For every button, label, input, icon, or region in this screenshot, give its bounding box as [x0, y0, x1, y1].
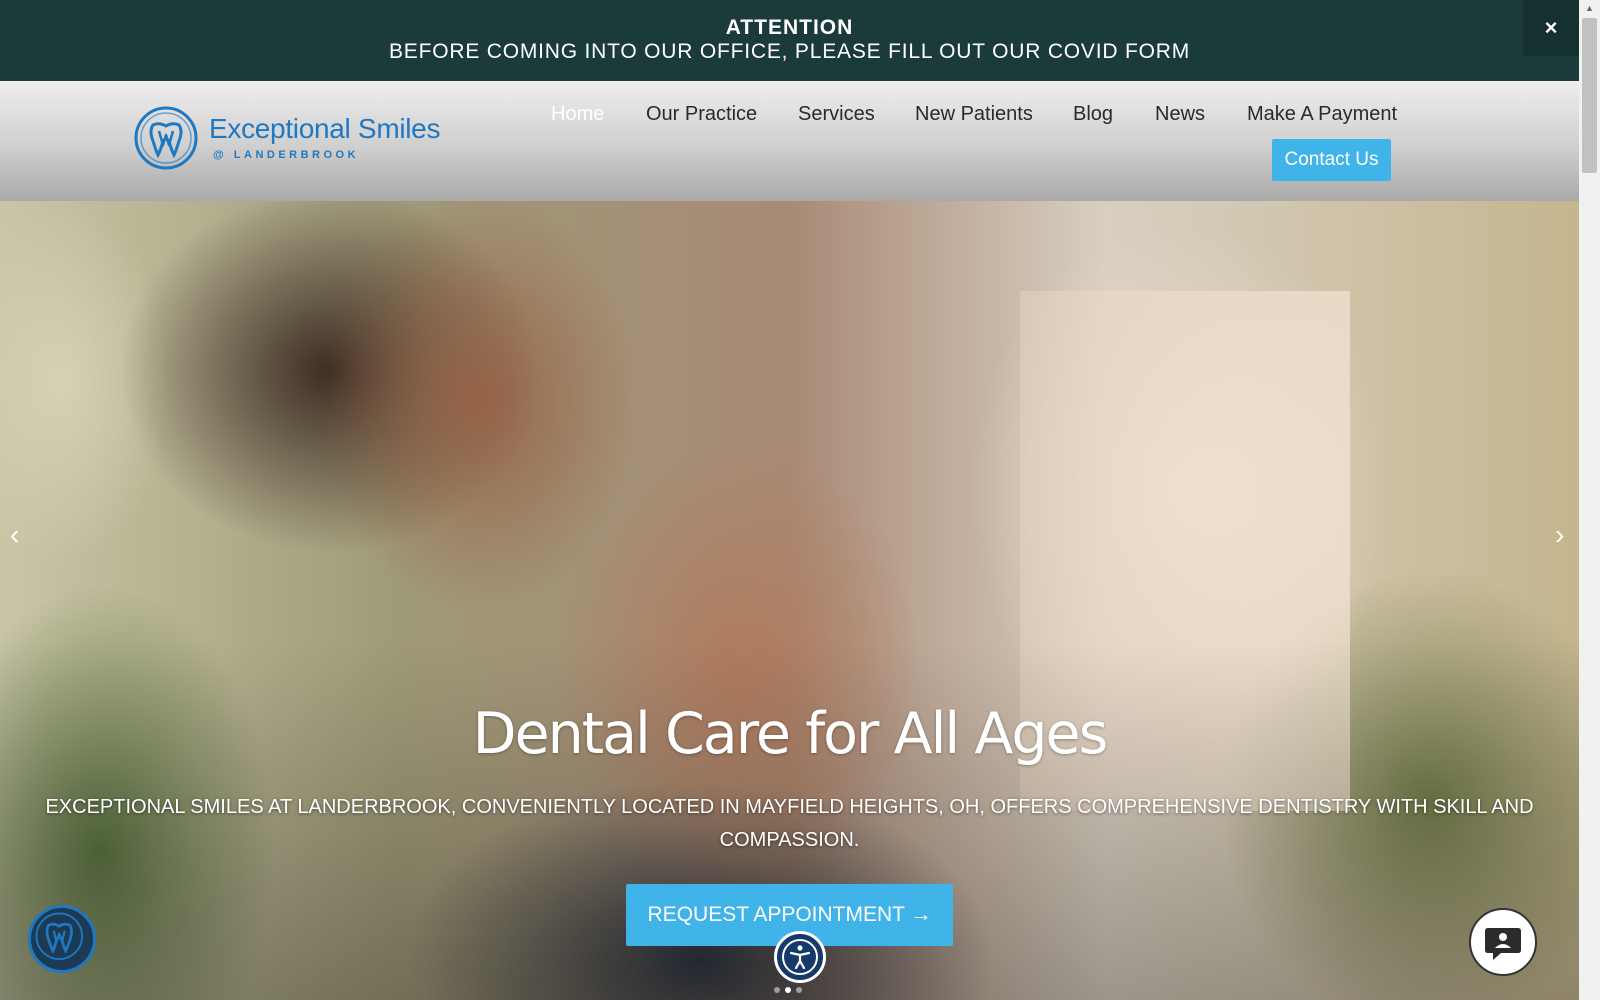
chat-icon: [1485, 928, 1521, 960]
scroll-up-arrow-icon[interactable]: ▲: [1579, 0, 1600, 17]
slider-dot-2[interactable]: [785, 987, 791, 993]
slider-dots: [774, 987, 804, 995]
nav-item-our-practice[interactable]: Our Practice: [646, 103, 757, 126]
slider-dot-1[interactable]: [774, 987, 780, 993]
main-nav: Home Our Practice Services New Patients …: [0, 103, 1579, 133]
nav-item-home[interactable]: Home: [551, 103, 604, 126]
floating-logo-button[interactable]: [28, 905, 96, 973]
tooth-logo-icon: [35, 912, 83, 960]
nav-item-make-a-payment[interactable]: Make A Payment: [1247, 103, 1397, 126]
nav-item-news[interactable]: News: [1155, 103, 1205, 126]
banner-message[interactable]: BEFORE COMING INTO OUR OFFICE, PLEASE FI…: [0, 40, 1579, 64]
hero-slider: ‹ › Dental Care for All Ages EXCEPTIONAL…: [0, 201, 1579, 1000]
nav-item-services[interactable]: Services: [798, 103, 875, 126]
accessibility-button[interactable]: [774, 931, 826, 983]
accessibility-icon: [782, 939, 818, 975]
scroll-thumb[interactable]: [1582, 18, 1597, 173]
contact-us-button[interactable]: Contact Us: [1272, 139, 1391, 181]
page-scrollbar[interactable]: ▲: [1579, 0, 1600, 1000]
nav-item-new-patients[interactable]: New Patients: [915, 103, 1033, 126]
site-header: Exceptional Smiles @ LANDERBROOK Home Ou…: [0, 81, 1579, 201]
hero-description: EXCEPTIONAL SMILES AT LANDERBROOK, CONVE…: [45, 796, 1534, 851]
chat-widget-button[interactable]: [1469, 908, 1537, 976]
nav-item-blog[interactable]: Blog: [1073, 103, 1113, 126]
slider-prev-arrow[interactable]: ‹: [10, 519, 19, 551]
slider-next-arrow[interactable]: ›: [1555, 519, 1564, 551]
banner-close-button[interactable]: ×: [1523, 0, 1579, 56]
banner-title: ATTENTION: [725, 16, 854, 39]
hero-title: Dental Care for All Ages: [472, 701, 1109, 767]
logo-subtitle: @ LANDERBROOK: [213, 149, 360, 161]
attention-banner: ATTENTION BEFORE COMING INTO OUR OFFICE,…: [0, 0, 1579, 81]
slider-dot-3[interactable]: [796, 987, 802, 993]
